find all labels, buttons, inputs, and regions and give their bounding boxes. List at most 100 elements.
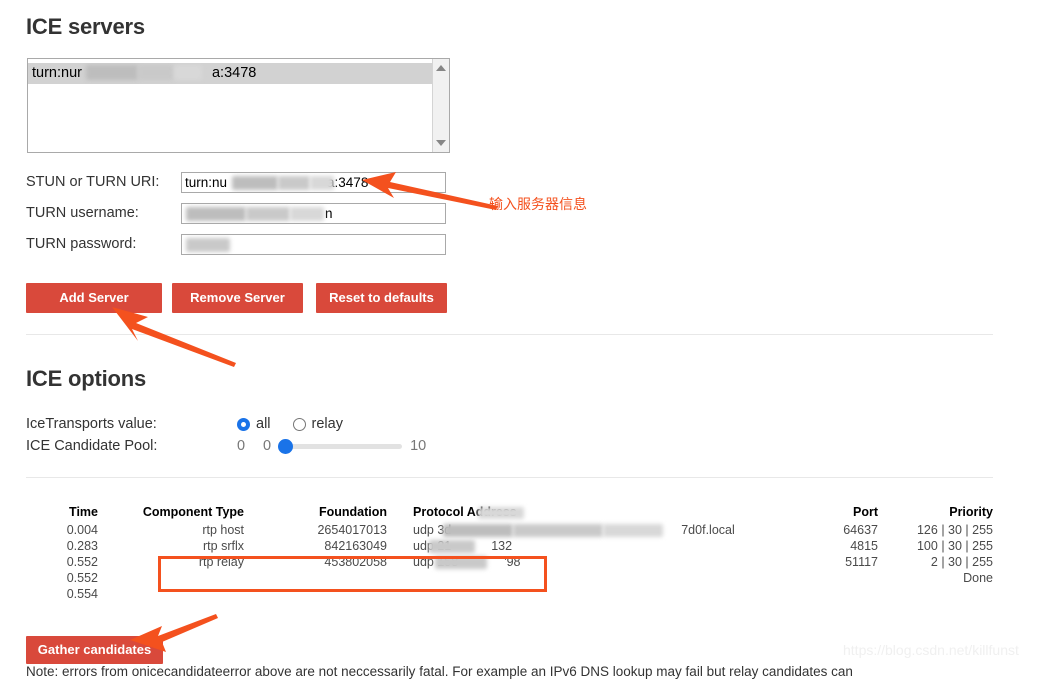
form-row-username: TURN username: n [26,201,446,225]
form-row-password: TURN password: [26,232,446,256]
cell-protocol-address [397,586,768,602]
ice-server-listbox[interactable]: turn:nur a:3478 [27,58,450,153]
pool-current-value: 0 [237,438,246,454]
reset-to-defaults-button[interactable]: Reset to defaults [316,283,447,313]
redaction-block [443,524,513,537]
listbox-option-prefix: turn:nur [32,65,82,81]
address-suffix: 7d0f.local [681,523,735,537]
note-text: Note: errors from onicecandidateerror ab… [26,664,853,679]
candidates-table-body: 0.004 rtp host 2654017013 udp 3d 7d0f.local 6… [26,522,993,602]
table-row: 0.004 rtp host 2654017013 udp 3d 7d0f.local 6… [26,522,993,538]
header-priority: Priority [949,505,993,519]
username-value-suffix: n [325,205,333,221]
cell-component-type [104,570,252,586]
ice-candidate-pool-label: ICE Candidate Pool: [26,438,158,454]
candidates-table: Time Component Type Foundation Protocol … [26,505,993,602]
cell-component-type: rtp srflx [203,539,244,553]
cell-protocol-address: udp 158'98 [397,554,768,570]
cell-protocol-address: udp 21132 [397,538,768,554]
redaction-block [246,206,290,221]
header-protocol-address: Protocol Address [413,505,517,519]
add-server-button[interactable]: Add Server [26,283,162,313]
cell-port: 51117 [845,555,878,569]
redaction-block [435,556,487,569]
cell-port: 4815 [850,539,878,553]
table-row: 0.283 rtp srflx 842163049 udp 21132 4815 100 … [26,538,993,554]
scroll-down-arrow-icon[interactable] [436,140,446,146]
form-row-uri: STUN or TURN URI: turn:nu a:3478 [26,170,446,194]
cell-time: 0.004 [66,523,98,537]
address-suffix: 132 [491,539,513,553]
header-component-type: Component Type [142,505,244,519]
cell-time: 0.283 [66,539,98,553]
cell-priority: 100 | 30 | 255 [916,539,993,553]
radio-transports-all[interactable] [237,417,250,431]
cell-port [768,586,878,602]
annotation-arrow-to-add-server-button [112,307,236,367]
cell-component-type [104,586,252,602]
cell-protocol-address [397,570,768,586]
remove-server-button[interactable]: Remove Server [172,283,303,313]
pool-max-label: 10 [410,438,427,454]
username-label: TURN username: [26,205,139,221]
pool-slider-thumb[interactable] [278,438,294,454]
uri-label: STUN or TURN URI: [26,174,160,190]
listbox-option-selected[interactable]: turn:nur a:3478 [28,63,432,84]
table-row: 0.554 [26,586,993,602]
cell-priority: 2 | 30 | 255 [930,555,993,569]
username-input[interactable]: n [181,202,446,224]
redaction-block [278,175,310,190]
cell-port [768,570,878,586]
cell-component-type: rtp host [202,523,244,537]
header-port: Port [853,505,878,519]
cell-time: 0.552 [66,571,98,585]
redaction-block [138,65,174,80]
divider-2 [26,477,993,478]
redaction-block [290,206,324,221]
uri-input[interactable]: turn:nu a:3478 [181,171,446,193]
redaction-block [86,65,138,80]
redaction-block [186,237,230,252]
header-time: Time [69,505,98,519]
cell-time: 0.554 [66,587,98,601]
cell-protocol-address: udp 3d 7d0f.local [397,522,768,538]
listbox-options: turn:nur a:3478 [28,63,432,152]
cell-priority: 126 | 30 | 255 [916,523,993,537]
redaction-block [603,524,663,537]
password-input[interactable] [181,233,446,255]
divider-1 [26,334,993,335]
cell-time: 0.552 [66,555,98,569]
cell-component-type: rtp relay [198,555,244,569]
radio-transports-relay-label: relay [311,416,343,432]
watermark: https://blog.csdn.net/killfunst [843,642,1019,658]
redaction-block [310,175,334,190]
cell-foundation [252,570,397,586]
page-title-ice-options: ICE options [26,366,147,391]
header-foundation: Foundation [318,505,387,519]
redaction-block [186,206,246,221]
cell-foundation: 842163049 [324,539,387,553]
ice-candidate-pool-row: ICE Candidate Pool: 0 0 10 [26,436,426,456]
cell-foundation: 453802058 [324,555,387,569]
listbox-scrollbar[interactable] [432,59,449,152]
address-suffix: '98 [504,555,521,569]
table-row: 0.552 rtp relay 453802058 udp 158'98 51117 2 … [26,554,993,570]
redaction-block [232,175,278,190]
scroll-up-arrow-icon[interactable] [436,65,446,71]
cell-priority [878,586,993,602]
pool-slider[interactable] [278,438,403,454]
ice-transports-label: IceTransports value: [26,416,157,432]
radio-transports-all-label: all [256,416,271,432]
table-row: 0.552 Done [26,570,993,586]
page-title-ice-servers: ICE servers [26,14,145,39]
radio-transports-relay[interactable] [292,417,306,431]
redaction-block [513,524,603,537]
ice-transports-row: IceTransports value: all relay [26,414,365,434]
cell-foundation [252,586,397,602]
cell-port: 64637 [843,523,878,537]
redaction-block [478,507,524,519]
cell-foundation: 2654017013 [317,523,387,537]
cell-priority: Done [963,571,993,585]
gather-candidates-button[interactable]: Gather candidates [26,636,163,664]
uri-value-prefix: turn:nu [185,174,228,190]
